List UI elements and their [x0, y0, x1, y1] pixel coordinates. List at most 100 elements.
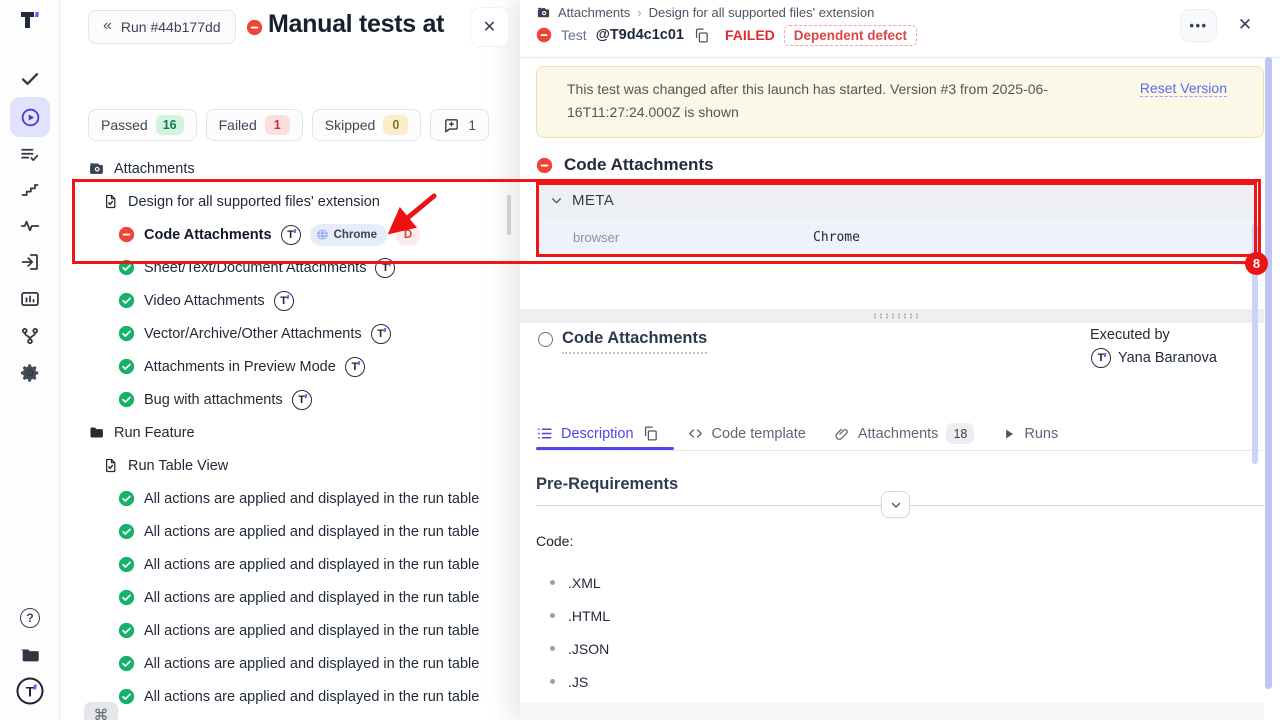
tree-row[interactable]: Vector/Archive/Other AttachmentsT — [60, 317, 512, 350]
failed-icon — [118, 226, 135, 243]
test-id: @T9d4c1c01 — [596, 27, 684, 43]
passed-icon — [118, 325, 135, 342]
list-icon — [536, 425, 553, 442]
executed-by-user: T Yana Baranova — [1091, 348, 1217, 368]
tree-row-label: Vector/Archive/Other Attachments — [144, 326, 362, 342]
passed-icon — [118, 688, 135, 705]
panel-close-button[interactable]: ✕ — [471, 8, 508, 46]
tree-row[interactable]: Design for all supported files' extensio… — [60, 185, 512, 218]
more-actions-button[interactable]: ••• — [1180, 9, 1217, 42]
tree-row-label: Run Table View — [128, 458, 228, 474]
collapse-section-button[interactable] — [881, 491, 910, 518]
meta-key: browser — [573, 230, 619, 245]
camera-icon — [88, 160, 105, 177]
tree-row[interactable]: All actions are applied and displayed in… — [60, 614, 512, 647]
tree-row[interactable]: Attachments — [60, 152, 512, 185]
tabs-divider — [536, 450, 1264, 451]
status-filter-chips: Passed 16 Failed 1 Skipped 0 1 — [88, 109, 489, 141]
tab-label: Attachments — [858, 426, 939, 442]
meta-collapsible-header[interactable]: META — [536, 182, 1256, 219]
profile-avatar[interactable]: T — [17, 678, 44, 705]
passed-icon — [118, 655, 135, 672]
help-icon[interactable]: ? — [20, 608, 40, 628]
tab-runs[interactable]: Runs — [1002, 426, 1058, 442]
filter-skipped[interactable]: Skipped 0 — [312, 109, 422, 141]
tab-attachments[interactable]: Attachments 18 — [834, 423, 975, 444]
breadcrumb: Attachments › Design for all supported f… — [536, 3, 874, 21]
tree-row[interactable]: Sheet/Text/Document Attachments T — [60, 251, 512, 284]
bullet-icon — [550, 679, 555, 684]
extension-list: .XML .HTML .JSON .JS — [536, 566, 610, 698]
assignee-avatar: T — [375, 258, 395, 278]
tree-row[interactable]: Code AttachmentsTChromeD — [60, 218, 512, 251]
version-warning-banner: This test was changed after this launch … — [536, 66, 1264, 138]
comment-count: 1 — [468, 118, 476, 133]
tree-row[interactable]: All actions are applied and displayed in… — [60, 548, 512, 581]
tree-row-label: Sheet/Text/Document Attachments — [144, 260, 366, 276]
tab-label: Runs — [1024, 426, 1058, 442]
content-bottom-strip — [520, 703, 1264, 720]
tree-row-label: Code Attachments — [144, 227, 272, 243]
filter-passed[interactable]: Passed 16 — [88, 109, 197, 141]
folder-icon — [88, 424, 105, 441]
tree-row[interactable]: Video AttachmentsT — [60, 284, 512, 317]
list-item: .JSON — [536, 632, 610, 665]
pulse-icon[interactable] — [20, 216, 41, 237]
tree-row[interactable]: Run Feature — [60, 416, 512, 449]
copy-icon[interactable] — [693, 27, 710, 44]
breadcrumb-current[interactable]: Design for all supported files' extensio… — [649, 5, 875, 20]
passed-icon — [118, 622, 135, 639]
test-section-title[interactable]: Code Attachments — [562, 329, 707, 354]
drawer-inner-scrollbar[interactable] — [1252, 224, 1258, 464]
tree-row[interactable]: All actions are applied and displayed in… — [60, 581, 512, 614]
tree-row[interactable]: All actions are applied and displayed in… — [60, 482, 512, 515]
tree-row[interactable]: All actions are applied and displayed in… — [60, 647, 512, 680]
breadcrumb-root[interactable]: Attachments — [558, 5, 630, 20]
settings-gear-icon[interactable] — [19, 362, 41, 384]
tree-scrollbar[interactable] — [507, 195, 511, 235]
app-logo-icon[interactable] — [18, 8, 42, 32]
tree-row[interactable]: All actions are applied and displayed in… — [60, 680, 512, 713]
tree-row-label: Run Feature — [114, 425, 195, 441]
drawer-outer-scrollbar[interactable] — [1265, 57, 1272, 689]
branch-icon[interactable] — [20, 326, 41, 347]
dependent-defect-badge[interactable]: Dependent defect — [784, 25, 917, 46]
docs-icon[interactable] — [19, 644, 41, 666]
tree-row-label: Bug with attachments — [144, 392, 283, 408]
runs-icon-active[interactable] — [10, 97, 50, 137]
import-icon[interactable] — [20, 252, 41, 273]
drawer-close-button[interactable]: ✕ — [1234, 14, 1256, 36]
filter-failed[interactable]: Failed 1 — [206, 109, 303, 141]
file-check-icon — [102, 457, 119, 474]
list-item: .HTML — [536, 599, 610, 632]
passed-icon — [118, 490, 135, 507]
tree-row-label: All actions are applied and displayed in… — [144, 590, 479, 606]
analytics-icon[interactable] — [20, 289, 41, 310]
passed-icon — [118, 556, 135, 573]
test-plans-icon[interactable] — [20, 145, 41, 166]
bullet-icon — [550, 613, 555, 618]
reset-version-link[interactable]: Reset Version — [1140, 80, 1227, 97]
tab-code-template[interactable]: Code template — [687, 425, 806, 442]
assignee-avatar: T — [274, 291, 294, 311]
filter-comments[interactable]: 1 — [430, 109, 489, 141]
steps-icon[interactable] — [20, 180, 40, 200]
copy-icon[interactable] — [642, 425, 659, 442]
tree-row-label: Design for all supported files' extensio… — [128, 194, 380, 210]
drag-grip-icon — [872, 313, 920, 319]
tab-description[interactable]: Description — [536, 425, 659, 442]
tree-row[interactable]: All actions are applied and displayed in… — [60, 515, 512, 548]
executed-by-label: Executed by — [1090, 327, 1170, 343]
tests-check-icon[interactable] — [20, 69, 41, 90]
back-to-run-button[interactable]: « Run #44b177dd — [88, 10, 236, 44]
tree-row[interactable]: Attachments in Preview ModeT — [60, 350, 512, 383]
filter-count-badge: 16 — [156, 115, 184, 135]
breadcrumb-separator: › — [637, 5, 641, 20]
chevron-down-icon — [550, 194, 563, 207]
list-item: .XML — [536, 566, 610, 599]
defect-badge: D — [396, 224, 420, 246]
meta-value: Chrome — [813, 230, 860, 245]
panel-resize-handle[interactable] — [520, 309, 1264, 323]
tree-row[interactable]: Bug with attachmentsT — [60, 383, 512, 416]
tree-row[interactable]: Run Table View — [60, 449, 512, 482]
